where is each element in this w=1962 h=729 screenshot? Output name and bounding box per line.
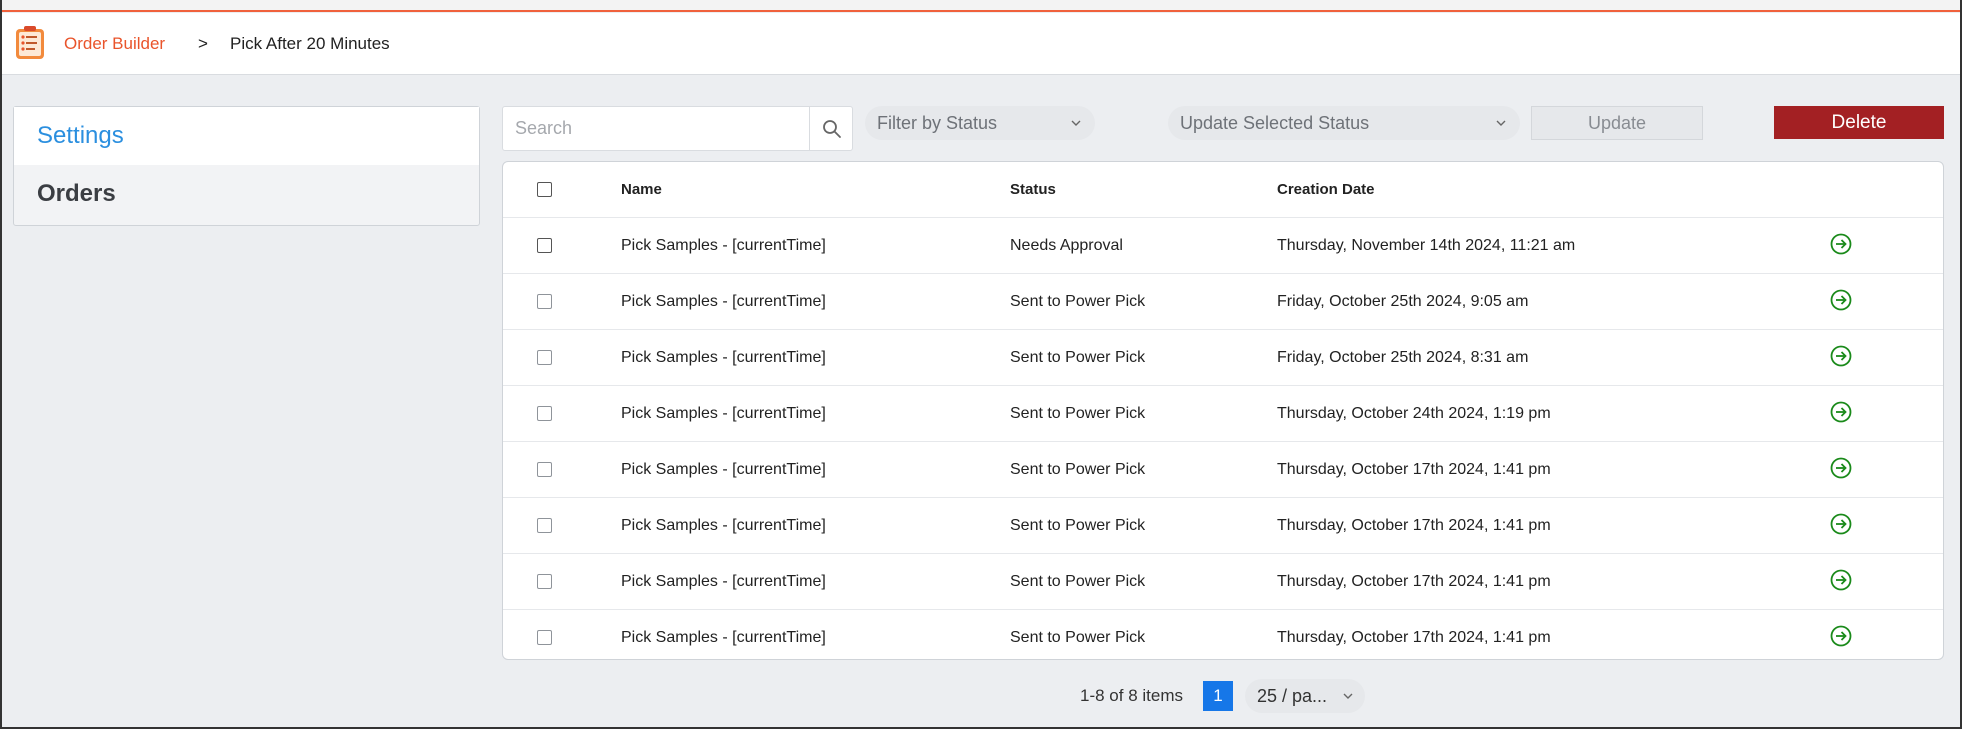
page-size-value: 25 / pa... [1257, 686, 1328, 706]
search-icon [822, 119, 841, 138]
table-row[interactable]: Pick Samples - [currentTime] Sent to Pow… [503, 554, 1943, 610]
row-name: Pick Samples - [currentTime] [621, 405, 826, 422]
row-checkbox[interactable] [537, 462, 552, 477]
row-name: Pick Samples - [currentTime] [621, 573, 826, 590]
arrow-right-circle-icon[interactable] [1829, 624, 1853, 648]
row-creation-date: Thursday, October 24th 2024, 1:19 pm [1277, 405, 1551, 422]
chevron-down-icon [1343, 679, 1353, 724]
breadcrumb-order-builder[interactable]: Order Builder [64, 13, 165, 75]
row-checkbox[interactable] [537, 294, 552, 309]
delete-button[interactable]: Delete [1774, 106, 1944, 139]
row-name: Pick Samples - [currentTime] [621, 629, 826, 646]
sidebar-item-settings[interactable]: Settings [14, 107, 479, 165]
row-status: Sent to Power Pick [1010, 293, 1146, 310]
row-creation-date: Thursday, October 17th 2024, 1:41 pm [1277, 517, 1551, 534]
update-selected-status-placeholder: Update Selected Status [1180, 113, 1370, 133]
arrow-right-circle-icon[interactable] [1829, 568, 1853, 592]
column-header-creation-date[interactable]: Creation Date [1277, 162, 1375, 218]
breadcrumb-current: Pick After 20 Minutes [230, 34, 390, 53]
row-checkbox[interactable] [537, 350, 552, 365]
arrow-right-circle-icon[interactable] [1829, 400, 1853, 424]
chevron-down-icon [1071, 106, 1081, 151]
orders-table: Name Status Creation Date Pick Samples -… [502, 161, 1944, 660]
table-row[interactable]: Pick Samples - [currentTime] Sent to Pow… [503, 498, 1943, 554]
table-row[interactable]: Pick Samples - [currentTime] Sent to Pow… [503, 442, 1943, 498]
update-button[interactable]: Update [1531, 106, 1703, 140]
row-checkbox[interactable] [537, 574, 552, 589]
table-header-row: Name Status Creation Date [503, 162, 1943, 218]
row-creation-date: Friday, October 25th 2024, 9:05 am [1277, 293, 1529, 310]
row-status: Sent to Power Pick [1010, 573, 1146, 590]
row-checkbox[interactable] [537, 406, 552, 421]
arrow-right-circle-icon[interactable] [1829, 344, 1853, 368]
column-header-name[interactable]: Name [621, 162, 662, 218]
row-creation-date: Friday, October 25th 2024, 8:31 am [1277, 349, 1529, 366]
column-header-status[interactable]: Status [1010, 162, 1056, 218]
row-checkbox[interactable] [537, 518, 552, 533]
row-status: Sent to Power Pick [1010, 349, 1146, 366]
select-all-checkbox[interactable] [537, 182, 552, 197]
row-status: Sent to Power Pick [1010, 461, 1146, 478]
row-name: Pick Samples - [currentTime] [621, 349, 826, 366]
row-status: Sent to Power Pick [1010, 517, 1146, 534]
row-creation-date: Thursday, October 17th 2024, 1:41 pm [1277, 629, 1551, 646]
update-selected-status-select[interactable]: Update Selected Status [1168, 106, 1520, 140]
table-row[interactable]: Pick Samples - [currentTime] Sent to Pow… [503, 610, 1943, 659]
row-name: Pick Samples - [currentTime] [621, 237, 826, 254]
table-row[interactable]: Pick Samples - [currentTime] Sent to Pow… [503, 330, 1943, 386]
arrow-right-circle-icon[interactable] [1829, 512, 1853, 536]
row-creation-date: Thursday, October 17th 2024, 1:41 pm [1277, 461, 1551, 478]
table-row[interactable]: Pick Samples - [currentTime] Sent to Pow… [503, 274, 1943, 330]
table-row[interactable]: Pick Samples - [currentTime] Needs Appro… [503, 218, 1943, 274]
search-box [502, 106, 853, 151]
sidebar-item-orders[interactable]: Orders [14, 165, 479, 223]
sidebar: Settings Orders [13, 106, 480, 226]
row-name: Pick Samples - [currentTime] [621, 293, 826, 310]
breadcrumb-separator: > [198, 34, 208, 53]
row-creation-date: Thursday, November 14th 2024, 11:21 am [1277, 237, 1576, 254]
window-top-strip [2, 0, 1960, 12]
app-header: Order Builder > Pick After 20 Minutes [2, 13, 1960, 75]
row-status: Sent to Power Pick [1010, 629, 1146, 646]
row-creation-date: Thursday, October 17th 2024, 1:41 pm [1277, 573, 1551, 590]
row-name: Pick Samples - [currentTime] [621, 461, 826, 478]
arrow-right-circle-icon[interactable] [1829, 232, 1853, 256]
search-input[interactable] [503, 107, 809, 150]
pagination-page-1[interactable]: 1 [1203, 681, 1233, 711]
pagination: 1-8 of 8 items 1 25 / pa... [2, 676, 1960, 716]
order-builder-logo-icon[interactable] [13, 25, 49, 61]
arrow-right-circle-icon[interactable] [1829, 288, 1853, 312]
row-checkbox[interactable] [537, 630, 552, 645]
arrow-right-circle-icon[interactable] [1829, 456, 1853, 480]
row-name: Pick Samples - [currentTime] [621, 517, 826, 534]
search-button[interactable] [809, 107, 853, 150]
row-status: Sent to Power Pick [1010, 405, 1146, 422]
filter-by-status-placeholder: Filter by Status [877, 113, 998, 133]
table-row[interactable]: Pick Samples - [currentTime] Sent to Pow… [503, 386, 1943, 442]
chevron-down-icon [1496, 106, 1506, 151]
page-size-select[interactable]: 25 / pa... [1245, 679, 1365, 713]
row-status: Needs Approval [1010, 237, 1123, 254]
filter-by-status-select[interactable]: Filter by Status [865, 106, 1095, 140]
pagination-info: 1-8 of 8 items [1080, 686, 1183, 705]
row-checkbox[interactable] [537, 238, 552, 253]
